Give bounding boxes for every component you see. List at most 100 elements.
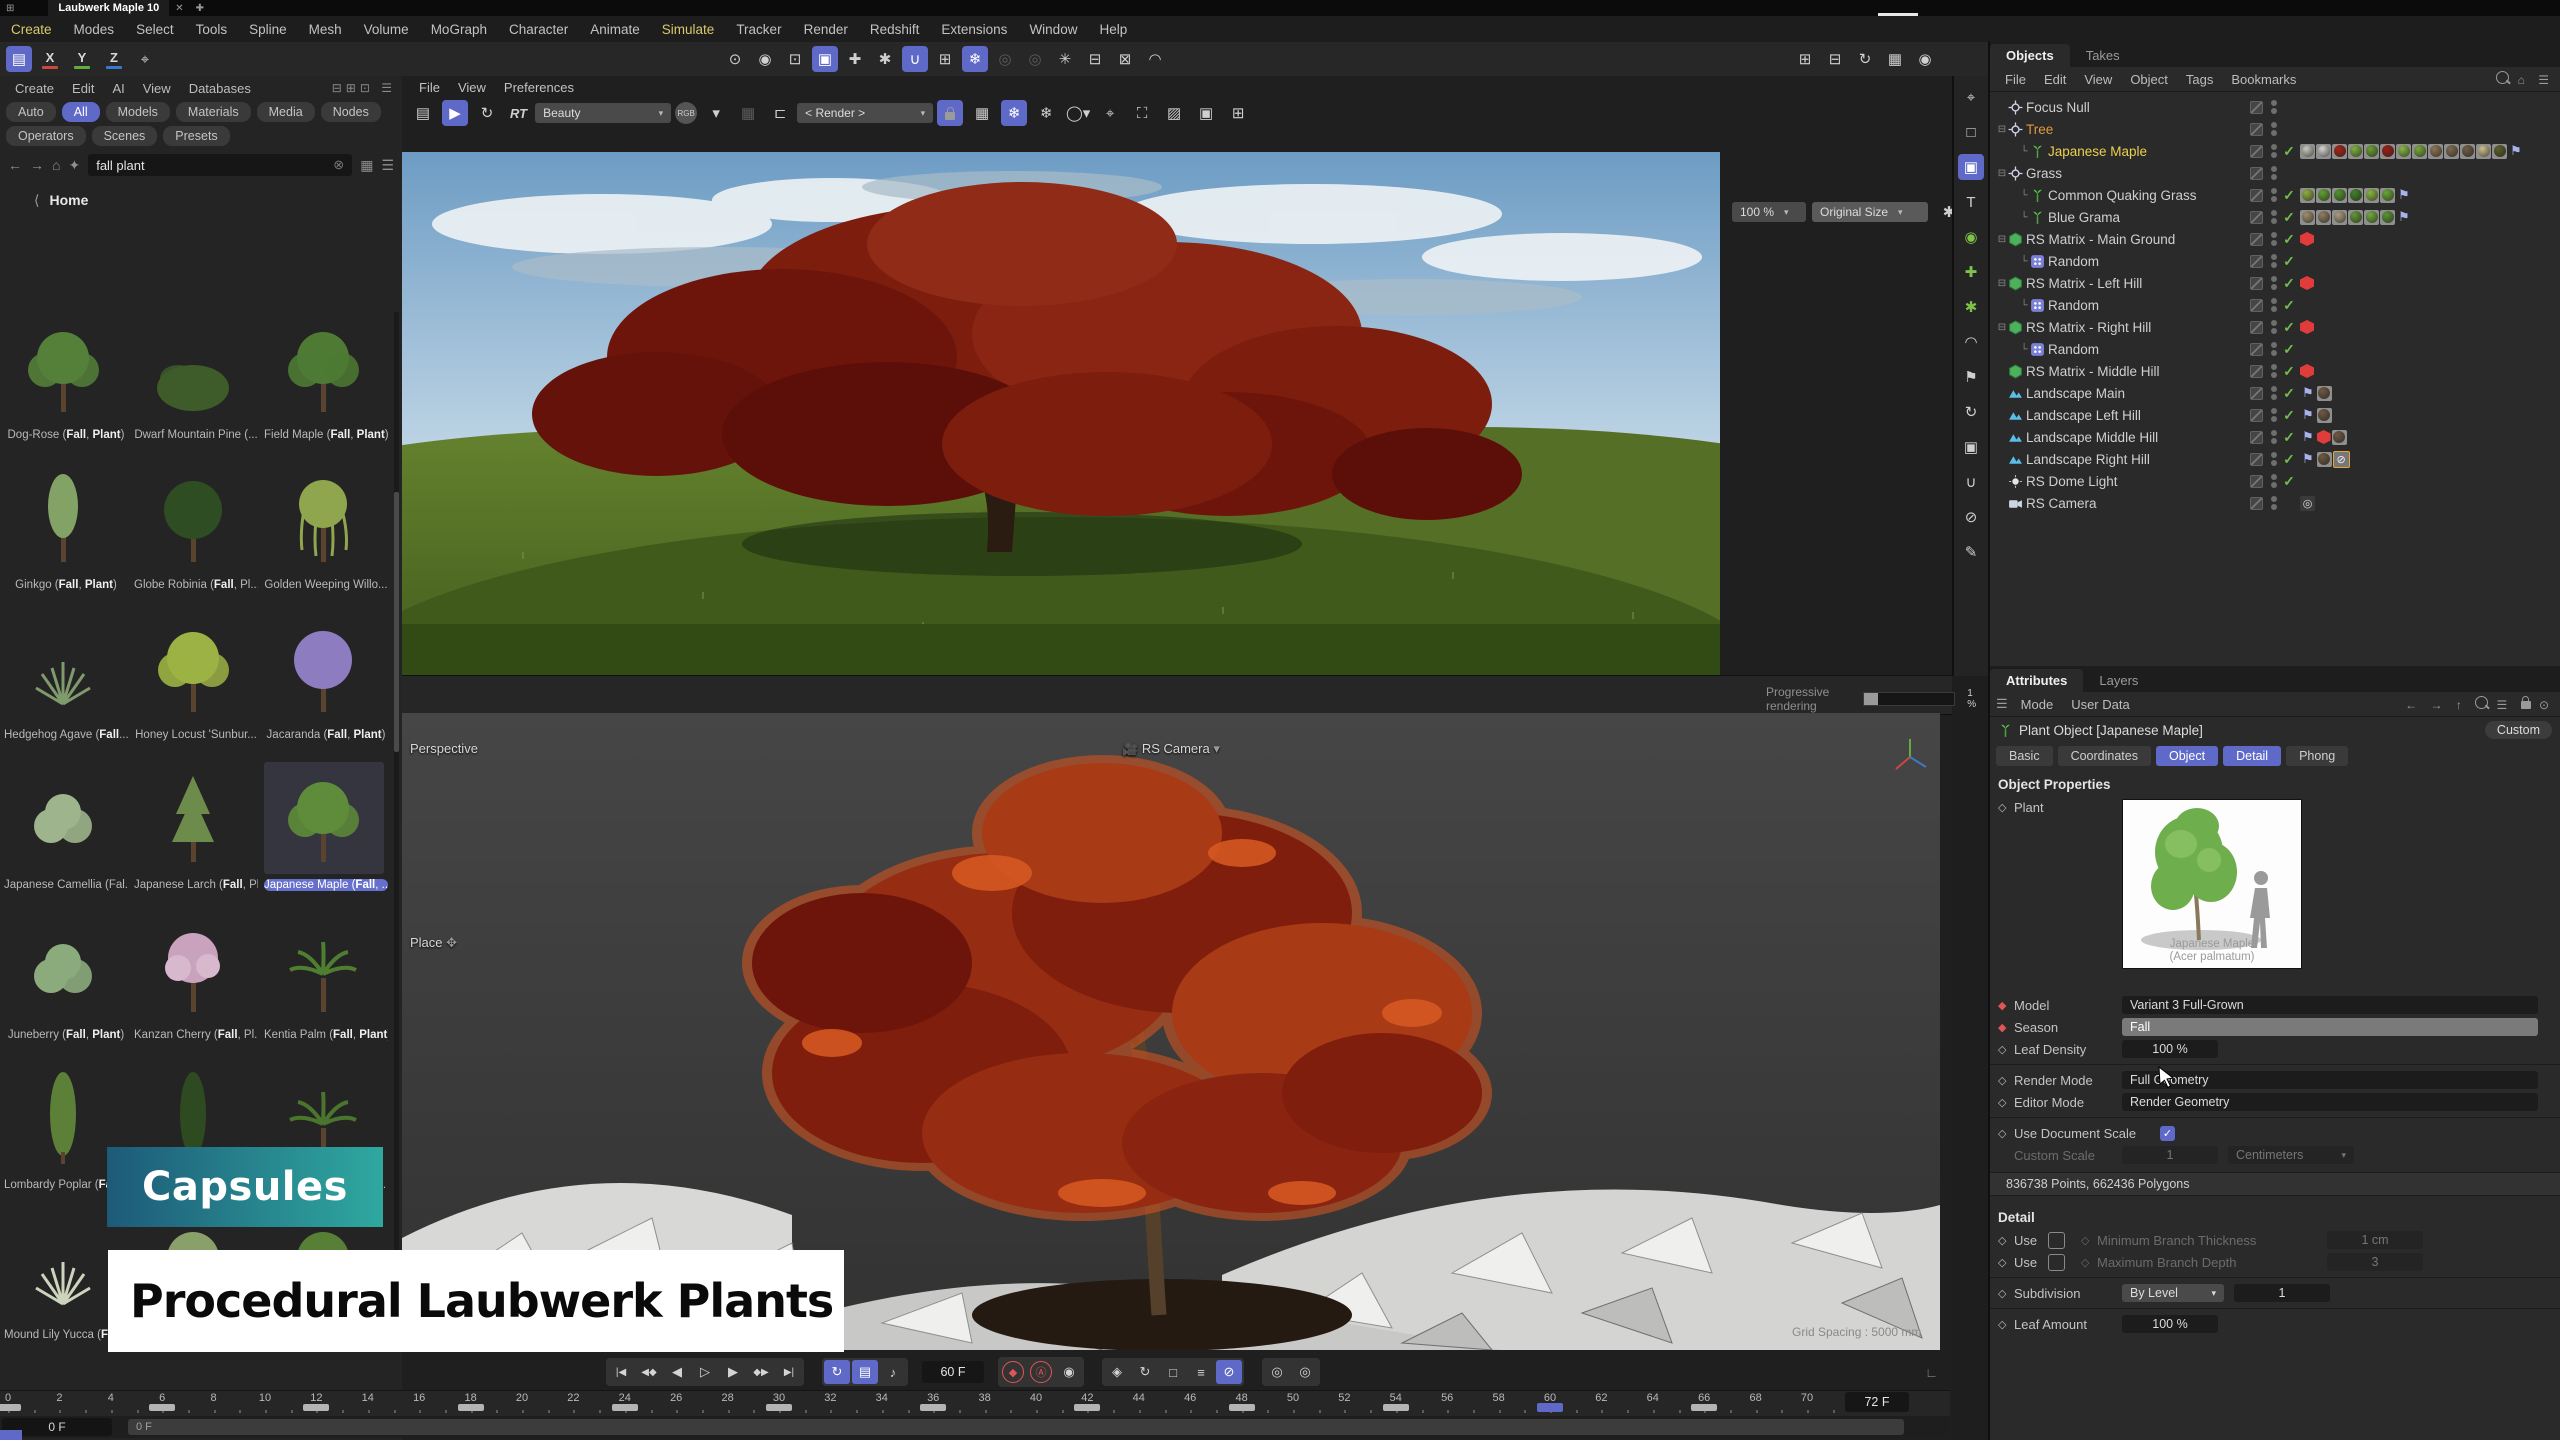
redshift-tag[interactable] <box>2300 320 2314 334</box>
layer-box[interactable] <box>2250 431 2263 444</box>
lock-render-icon[interactable] <box>937 100 963 126</box>
filter-auto[interactable]: Auto <box>6 102 56 122</box>
asset-gear-icon[interactable]: ✳ <box>1052 46 1078 72</box>
visibility-dots[interactable] <box>2270 188 2278 202</box>
material-tag[interactable] <box>2316 144 2331 159</box>
visibility-dots[interactable] <box>2270 122 2278 136</box>
object-row-focus-null[interactable]: Focus Null <box>1990 96 2560 118</box>
draw-tool-icon[interactable]: ✎ <box>1958 539 1984 565</box>
object-manager-icons[interactable]: ⌂ ☰ <box>2496 71 2554 87</box>
thumb-size-icon[interactable]: ▦ <box>360 157 373 174</box>
om-menu-edit[interactable]: Edit <box>2035 72 2075 87</box>
visibility-dots[interactable] <box>2270 232 2278 246</box>
menu-help[interactable]: Help <box>1088 22 1138 37</box>
layer-box[interactable] <box>2250 123 2263 136</box>
object-row-rs-matrix-right-hill[interactable]: ⊟RS Matrix - Right Hill✓ <box>1990 316 2560 338</box>
axis-z-button[interactable]: Z <box>101 47 127 71</box>
back-icon[interactable]: ← <box>8 157 22 173</box>
asset-kentia-palm-fall-plant-[interactable]: Kentia Palm (Fall, Plant) <box>264 912 388 1062</box>
visibility-dots[interactable] <box>2270 320 2278 334</box>
search-input[interactable]: fall plant ⊗ <box>88 154 352 176</box>
loop-button[interactable]: ↻ <box>824 1360 850 1384</box>
rv-menu-preferences[interactable]: Preferences <box>495 80 583 95</box>
layer-box[interactable] <box>2250 101 2263 114</box>
filter-presets[interactable]: Presets <box>163 126 229 146</box>
object-row-grass[interactable]: ⊟Grass <box>1990 162 2560 184</box>
gear-tool-icon[interactable]: ✱ <box>1958 294 1984 320</box>
selection-tool-icon[interactable]: ▤ <box>6 46 32 72</box>
frame-marker[interactable] <box>920 1404 946 1411</box>
object-row-tree[interactable]: ⊟Tree <box>1990 118 2560 140</box>
menu-tools[interactable]: Tools <box>185 22 239 37</box>
tool-label[interactable]: Place ✥ <box>410 935 457 951</box>
om-menu-tags[interactable]: Tags <box>2177 72 2222 87</box>
cube-tool-icon[interactable]: ▣ <box>1958 154 1984 180</box>
material-tag[interactable] <box>2317 408 2332 423</box>
asset-japanese-larch-fall-pl-[interactable]: Japanese Larch (Fall, Pl... <box>134 762 258 912</box>
material-tag[interactable] <box>2300 210 2315 225</box>
asset-dwarf-mountain-pine-[interactable]: Dwarf Mountain Pine (... <box>134 312 258 462</box>
visibility-dots[interactable] <box>2270 298 2278 312</box>
object-row-rs-matrix-middle-hill[interactable]: RS Matrix - Middle Hill✓ <box>1990 360 2560 382</box>
edit-render-settings-icon[interactable]: ▣ <box>812 46 838 72</box>
layer-box[interactable] <box>2250 145 2263 158</box>
home-icon[interactable]: ⌂ <box>52 157 60 173</box>
visibility-dots[interactable] <box>2270 430 2278 444</box>
material-tag[interactable] <box>2348 210 2363 225</box>
menu-create[interactable]: Create <box>0 22 63 37</box>
model-dropdown[interactable]: Variant 3 Full-Grown <box>2122 996 2538 1014</box>
snapshot-icon[interactable]: ❄ <box>1001 100 1027 126</box>
filter-media[interactable]: Media <box>257 102 315 122</box>
select-tool-icon[interactable]: ⌖ <box>1958 84 1984 110</box>
view-mode-icons[interactable]: ⊟⊞⊡ ☰ <box>332 81 396 95</box>
pen-tool-icon[interactable]: ◠ <box>1958 329 1984 355</box>
menu-tracker[interactable]: Tracker <box>725 22 792 37</box>
sim-sphere-icon[interactable]: ◉ <box>1958 224 1984 250</box>
timeline-ruler[interactable]: 0246810121416182022242628303234363840424… <box>0 1390 1950 1417</box>
visibility-dots[interactable] <box>2270 144 2278 158</box>
visibility-dots[interactable] <box>2270 452 2278 466</box>
object-row-landscape-middle-hill[interactable]: Landscape Middle Hill✓⚑ <box>1990 426 2560 448</box>
visibility-dots[interactable] <box>2270 364 2278 378</box>
snap-grid-icon[interactable]: ⊞ <box>932 46 958 72</box>
max-branch-input[interactable]: 3 <box>2327 1253 2423 1271</box>
leaf-density-input[interactable]: 100 % <box>2122 1040 2218 1058</box>
menu-render[interactable]: Render <box>793 22 859 37</box>
asset-ginkgo-fall-plant-[interactable]: Ginkgo (Fall, Plant) <box>4 462 128 612</box>
flag-tag[interactable]: ⚑ <box>2398 209 2410 225</box>
material-tag[interactable] <box>2332 430 2347 445</box>
hamburger-icon[interactable]: ☰ <box>1996 696 2008 712</box>
axis-x-button[interactable]: X <box>37 47 63 71</box>
asset-field-maple-fall-plant-[interactable]: Field Maple (Fall, Plant) <box>264 312 388 462</box>
custom-scale-unit-dropdown[interactable]: Centimeters▾ <box>2228 1146 2354 1164</box>
visibility-dots[interactable] <box>2270 496 2278 510</box>
season-dropdown[interactable]: Fall <box>2122 1018 2538 1036</box>
asset-japanese-camellia-fal-[interactable]: Japanese Camellia (Fal... <box>4 762 128 912</box>
coordinate-system-icon[interactable]: ⌖ <box>132 46 158 72</box>
material-tag[interactable] <box>2380 188 2395 203</box>
expand-icon[interactable]: ⛶ <box>1129 100 1155 126</box>
favorites-icon[interactable]: ✦ <box>68 157 80 174</box>
object-row-landscape-left-hill[interactable]: Landscape Left Hill✓⚑ <box>1990 404 2560 426</box>
modeling-settings-icon[interactable]: ✚ <box>842 46 868 72</box>
render-view-icon[interactable]: ⊙ <box>722 46 748 72</box>
flag-tag[interactable]: ⚑ <box>2302 385 2314 401</box>
material-tag[interactable] <box>2396 144 2411 159</box>
filter-materials[interactable]: Materials <box>176 102 251 122</box>
frame-marker[interactable] <box>149 1404 175 1411</box>
plant-thumbnail[interactable]: Japanese Maple(Acer palmatum) <box>2122 799 2302 969</box>
asset-japanese-maple-fall-[interactable]: Japanese Maple (Fall, ... <box>264 762 388 912</box>
object-row-rs-matrix-main-ground[interactable]: ⊟RS Matrix - Main Ground✓ <box>1990 228 2560 250</box>
visibility-dots[interactable] <box>2270 166 2278 180</box>
object-row-rs-matrix-left-hill[interactable]: ⊟RS Matrix - Left Hill✓ <box>1990 272 2560 294</box>
material-tag[interactable] <box>2380 210 2395 225</box>
flag-tag[interactable]: ⚑ <box>2510 143 2522 159</box>
material-tag[interactable] <box>2364 144 2379 159</box>
magnet-tool-icon[interactable]: ∪ <box>1958 469 1984 495</box>
object-row-random[interactable]: └Random✓ <box>1990 338 2560 360</box>
render-region-icon[interactable]: ◉ <box>752 46 778 72</box>
rgb-channel-icon[interactable]: RGB <box>675 102 697 124</box>
snap-magnet-icon[interactable]: ∪ <box>902 46 928 72</box>
layer-box[interactable] <box>2250 497 2263 510</box>
key-params-button[interactable]: ≡ <box>1188 1360 1214 1384</box>
